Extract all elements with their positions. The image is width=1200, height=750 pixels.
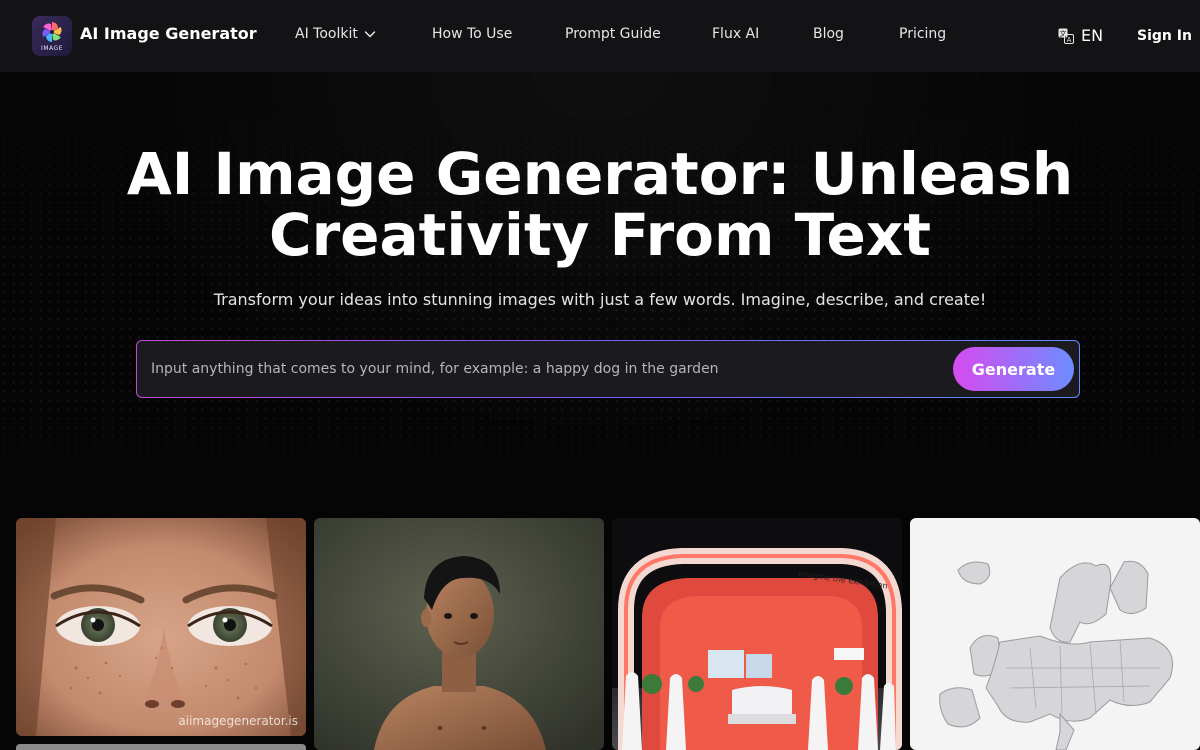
nav-ai-toolkit-label: AI Toolkit <box>295 26 358 42</box>
language-label: EN <box>1081 26 1104 45</box>
gallery-image-boy[interactable] <box>314 518 604 750</box>
language-selector[interactable]: 文 A EN <box>1058 26 1103 45</box>
top-header: IMAGE AI Image Generator AI Toolkit How … <box>0 0 1200 72</box>
nav-flux-ai[interactable]: Flux AI <box>712 26 759 42</box>
prompt-box-inner: Generate <box>137 341 1079 397</box>
generate-button[interactable]: Generate <box>953 347 1074 391</box>
image-gallery: aiimagegenerator.is Imagine the exhibiti… <box>0 518 1200 750</box>
main-nav: AI Toolkit How To Use Prompt Guide Flux … <box>0 26 1200 46</box>
title-line-1: AI Image Generator: Unleash <box>126 140 1074 208</box>
nav-blog[interactable]: Blog <box>813 26 844 42</box>
hero-subtitle: Transform your ideas into stunning image… <box>213 290 987 309</box>
chevron-down-icon <box>364 31 376 38</box>
nav-ai-toolkit[interactable]: AI Toolkit <box>295 26 376 42</box>
gallery-image-map[interactable] <box>910 518 1200 750</box>
svg-text:文: 文 <box>1060 29 1067 38</box>
gallery-image-partial[interactable] <box>16 744 306 750</box>
prompt-input[interactable] <box>151 341 941 397</box>
exhibition-booth-image: Imagine the exhibition <box>612 518 902 750</box>
translate-icon: 文 A <box>1058 28 1074 44</box>
title-line-2: Creativity From Text <box>269 201 931 269</box>
face-closeup-image <box>16 518 306 736</box>
svg-text:A: A <box>1067 36 1072 44</box>
logo-text: IMAGE <box>41 45 63 52</box>
gallery-image-face[interactable]: aiimagegenerator.is <box>16 518 306 736</box>
gallery-image-booth[interactable]: Imagine the exhibition <box>612 518 902 750</box>
sign-in-link[interactable]: Sign In <box>1137 28 1192 44</box>
nav-pricing[interactable]: Pricing <box>899 26 946 42</box>
prompt-box: Generate <box>136 340 1080 398</box>
watermark-text: aiimagegenerator.is <box>178 714 298 728</box>
boy-portrait-image <box>314 518 604 750</box>
page-title: AI Image Generator: Unleash Creativity F… <box>100 144 1100 266</box>
nav-prompt-guide[interactable]: Prompt Guide <box>565 26 661 42</box>
nav-how-to-use[interactable]: How To Use <box>432 26 512 42</box>
hero-section: AI Image Generator: Unleash Creativity F… <box>0 72 1200 512</box>
europe-map-image <box>910 518 1200 750</box>
